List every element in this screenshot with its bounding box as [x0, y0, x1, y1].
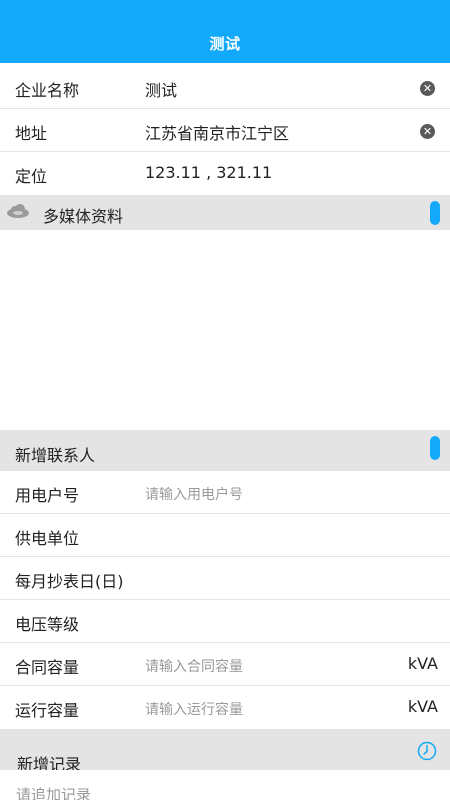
contract-capacity-input[interactable]: 请输入合同容量 [145, 656, 243, 676]
media-toggle-handle[interactable] [430, 201, 440, 225]
supplier-label: 供电单位 [15, 529, 80, 548]
record-input[interactable]: 请追加记录 [16, 784, 91, 800]
media-section-label: 多媒体资料 [43, 207, 124, 226]
company-name-row[interactable]: 企业名称 测试 ✕ [0, 66, 450, 109]
user-number-row[interactable]: 用电户号 请输入用电户号 [0, 471, 450, 514]
running-capacity-row[interactable]: 运行容量 请输入运行容量 kVA [0, 686, 450, 729]
address-label: 地址 [15, 124, 48, 143]
running-capacity-unit: kVA [407, 697, 438, 716]
user-number-input[interactable]: 请输入用电户号 [145, 484, 243, 504]
media-content-area [0, 230, 450, 430]
cloud-icon [7, 204, 29, 218]
page-title: 测试 [209, 35, 241, 53]
supplier-row[interactable]: 供电单位 [0, 514, 450, 557]
app-header: 测试 [0, 0, 450, 63]
reading-day-row[interactable]: 每月抄表日(日) [0, 557, 450, 600]
running-capacity-input[interactable]: 请输入运行容量 [145, 699, 243, 719]
address-field[interactable]: 江苏省南京市江宁区 [145, 120, 289, 144]
company-name-label: 企业名称 [15, 81, 80, 100]
voltage-level-label: 电压等级 [15, 615, 80, 634]
record-section-header[interactable]: 新增记录 [0, 729, 450, 774]
voltage-level-row[interactable]: 电压等级 [0, 600, 450, 643]
clock-icon[interactable] [417, 741, 437, 761]
clear-address-icon[interactable]: ✕ [420, 124, 435, 139]
contract-capacity-unit: kVA [407, 654, 438, 673]
record-input-area[interactable]: 请追加记录 [0, 770, 450, 800]
media-section-header[interactable]: 多媒体资料 [0, 195, 450, 230]
reading-day-label: 每月抄表日(日) [15, 572, 124, 591]
user-number-label: 用电户号 [15, 486, 80, 505]
contract-capacity-row[interactable]: 合同容量 请输入合同容量 kVA [0, 643, 450, 686]
contact-section-label: 新增联系人 [15, 446, 96, 465]
location-value[interactable]: 123.11 , 321.11 [145, 163, 272, 182]
contact-toggle-handle[interactable] [430, 436, 440, 460]
address-row[interactable]: 地址 江苏省南京市江宁区 ✕ [0, 109, 450, 152]
running-capacity-label: 运行容量 [15, 701, 80, 720]
clear-company-name-icon[interactable]: ✕ [420, 81, 435, 96]
contract-capacity-label: 合同容量 [15, 658, 80, 677]
company-name-field[interactable]: 测试 [145, 77, 177, 101]
location-row[interactable]: 定位 123.11 , 321.11 [0, 152, 450, 195]
location-label: 定位 [15, 167, 48, 186]
contact-section-header[interactable]: 新增联系人 [0, 430, 450, 471]
